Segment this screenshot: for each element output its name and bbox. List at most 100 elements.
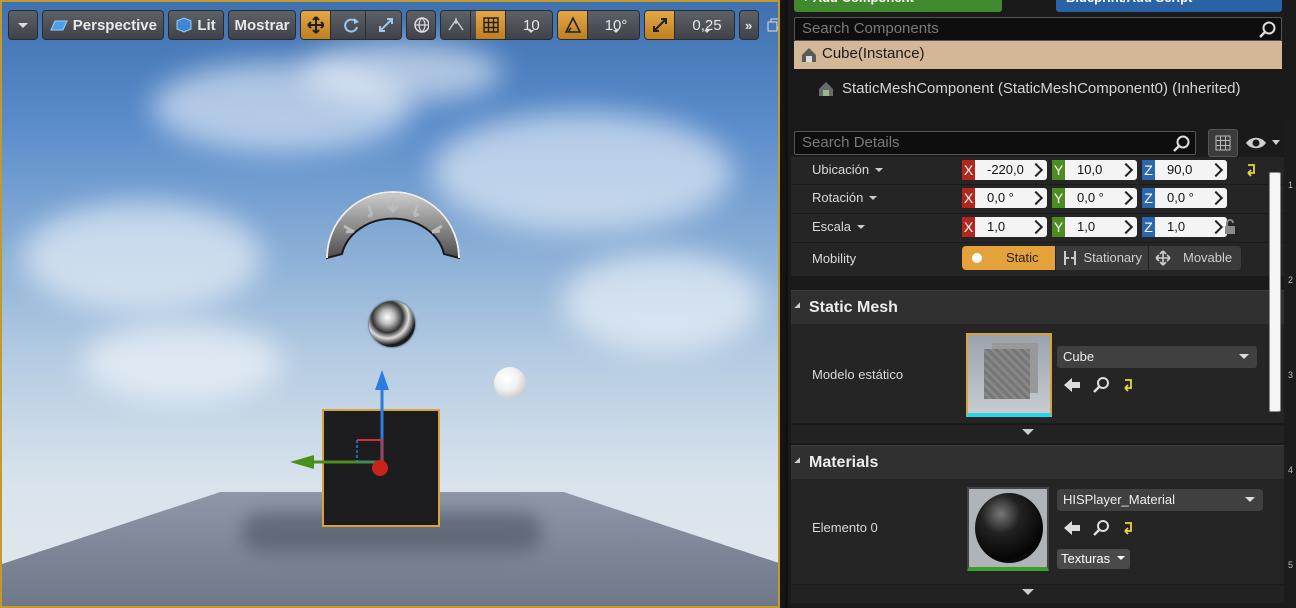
static-mesh-actions xyxy=(1063,376,1135,394)
static-mesh-advanced-expander[interactable] xyxy=(791,425,1284,443)
location-z-field[interactable]: Z 90,0 xyxy=(1142,160,1227,180)
viewport-options-button[interactable] xyxy=(8,10,38,40)
chevron-down-icon xyxy=(18,22,28,33)
level-viewport[interactable]: Perspective Lit Mostrar 10 10° 0,25 » xyxy=(0,0,780,608)
y-axis-tag: Y xyxy=(1052,217,1065,237)
scale-snap-value-dropdown[interactable]: 0,25 xyxy=(680,11,733,39)
mobility-movable-option[interactable]: Movable xyxy=(1149,246,1242,270)
materials-advanced-expander[interactable] xyxy=(791,585,1284,603)
rotation-row: Rotación X 0,0 ° Y 0,0 ° Z 0,0 ° xyxy=(791,185,1284,214)
reflection-sphere[interactable] xyxy=(369,301,415,347)
cloud xyxy=(562,252,762,352)
scale-z-value[interactable]: 1,0 xyxy=(1155,217,1227,237)
component-tree-root-label: Cube(Instance) xyxy=(822,45,925,62)
transform-mode-group xyxy=(300,10,402,40)
scale-mode-button[interactable] xyxy=(371,11,401,39)
use-selected-arrow-icon[interactable] xyxy=(1063,520,1081,536)
location-x-value[interactable]: -220,0 xyxy=(975,160,1047,180)
details-scrollbar[interactable] xyxy=(1269,172,1281,412)
rotation-y-value[interactable]: 0,0 ° xyxy=(1065,188,1137,208)
chevron-down-icon xyxy=(875,168,884,176)
rotation-x-field[interactable]: X 0,0 ° xyxy=(962,188,1047,208)
material-combo[interactable]: HISPlayer_Material xyxy=(1057,489,1263,511)
location-y-value[interactable]: 10,0 xyxy=(1065,160,1137,180)
perspective-icon xyxy=(50,20,68,31)
y-axis-tag: Y xyxy=(1052,160,1065,180)
show-button[interactable]: Mostrar xyxy=(228,10,296,40)
static-mesh-section-header[interactable]: Static Mesh xyxy=(791,290,1284,324)
search-details-input[interactable]: Search Details xyxy=(794,131,1196,155)
location-label[interactable]: Ubicación xyxy=(812,162,884,177)
lit-button[interactable]: Lit xyxy=(168,10,224,40)
surface-snap-button[interactable] xyxy=(441,11,471,39)
rotate-mode-button[interactable] xyxy=(336,11,366,39)
scale-x-value[interactable]: 1,0 xyxy=(975,217,1047,237)
add-component-button[interactable]: + Add Component xyxy=(794,0,1002,12)
rotation-y-field[interactable]: Y 0,0 ° xyxy=(1052,188,1137,208)
rotation-x-value[interactable]: 0,0 ° xyxy=(975,188,1047,208)
materials-section-header[interactable]: Materials xyxy=(791,445,1284,479)
blueprint-script-button[interactable]: Blueprint/Add Script xyxy=(1056,0,1282,12)
grid-snap-toggle[interactable] xyxy=(476,11,506,39)
scale-x-field[interactable]: X 1,0 xyxy=(962,217,1047,237)
static-mesh-thumbnail[interactable] xyxy=(966,333,1052,417)
scale-label[interactable]: Escala xyxy=(812,219,866,234)
location-z-value[interactable]: 90,0 xyxy=(1155,160,1227,180)
location-x-field[interactable]: X -220,0 xyxy=(962,160,1047,180)
property-matrix-button[interactable] xyxy=(1208,129,1238,157)
reset-location-icon[interactable] xyxy=(1246,163,1258,177)
perspective-button[interactable]: Perspective xyxy=(42,10,164,40)
reset-to-default-icon[interactable] xyxy=(1123,378,1135,392)
location-y-field[interactable]: Y 10,0 xyxy=(1052,160,1137,180)
grid-snap-value-dropdown[interactable]: 10 xyxy=(511,11,552,39)
material-actions xyxy=(1063,519,1135,537)
restore-window-icon xyxy=(767,18,778,32)
z-axis-tag: Z xyxy=(1142,217,1155,237)
textures-dropdown[interactable]: Texturas xyxy=(1057,549,1131,569)
scale-z-field[interactable]: Z 1,0 xyxy=(1142,217,1227,237)
light-direction-arc[interactable] xyxy=(324,188,462,262)
translate-gizmo[interactable] xyxy=(282,362,422,492)
browse-search-icon[interactable] xyxy=(1093,519,1111,537)
location-label-text: Ubicación xyxy=(812,162,870,177)
material-thumbnail[interactable] xyxy=(967,487,1049,571)
rotation-z-field[interactable]: Z 0,0 ° xyxy=(1142,188,1227,208)
static-mesh-label: Modelo estático xyxy=(812,367,904,382)
rotation-snap-value-dropdown[interactable]: 10° xyxy=(593,11,640,39)
component-tree-child-label: StaticMeshComponent (StaticMeshComponent… xyxy=(842,80,1241,97)
move-icon xyxy=(307,16,324,34)
component-tree-child[interactable]: StaticMeshComponent (StaticMeshComponent… xyxy=(818,78,1241,100)
scale-y-value[interactable]: 1,0 xyxy=(1065,217,1137,237)
viewport-toolbar: Perspective Lit Mostrar 10 10° 0,25 » xyxy=(8,8,778,42)
rotation-z-value[interactable]: 0,0 ° xyxy=(1155,188,1227,208)
more-options-button[interactable]: » xyxy=(738,10,759,40)
mobility-static-option[interactable]: Static xyxy=(962,246,1056,270)
rotation-snap-group: 10° xyxy=(556,10,641,40)
maximize-viewport-button[interactable] xyxy=(763,10,778,40)
mobility-stationary-option[interactable]: Stationary xyxy=(1056,246,1149,270)
component-tree-root[interactable]: Cube(Instance) xyxy=(794,41,1282,69)
reset-to-default-icon[interactable] xyxy=(1123,521,1135,535)
location-row: Ubicación X -220,0 Y 10,0 Z 90,0 xyxy=(791,157,1284,185)
details-list: Ubicación X -220,0 Y 10,0 Z 90,0 Rotación X… xyxy=(791,157,1284,608)
scale-snap-toggle[interactable] xyxy=(645,11,676,39)
mobility-row: Mobility Static Stationary Movable xyxy=(791,243,1284,277)
rotation-snap-toggle[interactable] xyxy=(557,11,588,39)
angle-icon xyxy=(564,16,581,33)
view-options-button[interactable] xyxy=(1244,133,1284,153)
unlock-icon[interactable] xyxy=(1224,219,1238,235)
browse-search-icon[interactable] xyxy=(1093,376,1111,394)
use-selected-arrow-icon[interactable] xyxy=(1063,377,1081,393)
editor-window: Perspective Lit Mostrar 10 10° 0,25 » Se… xyxy=(0,0,1296,608)
grid-snap-group: 10 xyxy=(440,10,553,40)
search-icon xyxy=(1173,135,1190,152)
white-sphere[interactable] xyxy=(494,367,526,399)
world-space-button[interactable] xyxy=(406,10,436,40)
search-components-input[interactable]: Search Components xyxy=(794,17,1282,41)
rotation-label[interactable]: Rotación xyxy=(812,190,878,205)
y-axis-tag: Y xyxy=(1052,188,1065,208)
ruler-tick: 3 xyxy=(1288,370,1294,380)
scale-y-field[interactable]: Y 1,0 xyxy=(1052,217,1137,237)
translate-mode-button[interactable] xyxy=(301,11,331,39)
static-mesh-combo[interactable]: Cube xyxy=(1057,346,1257,368)
